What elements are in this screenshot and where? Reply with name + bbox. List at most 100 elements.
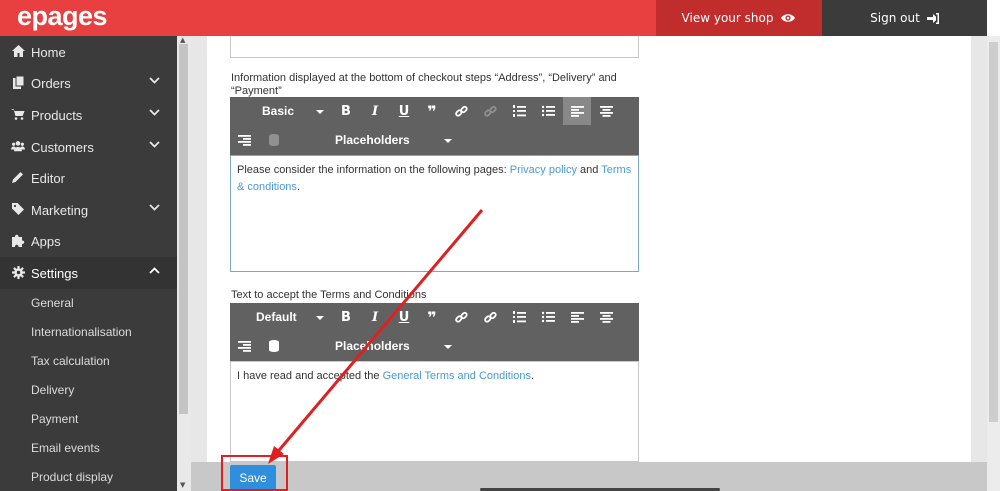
sidebar-item-home[interactable]: Home	[0, 36, 177, 68]
field-label-checkout-info: Information displayed at the bottom of c…	[231, 72, 617, 97]
main-scrollbar-thumb[interactable]	[989, 42, 998, 422]
database-icon[interactable]	[263, 129, 285, 151]
sidebar-item-apps[interactable]: Apps	[0, 225, 177, 257]
scroll-up-arrow-icon[interactable]: ▲	[180, 36, 185, 44]
chevron-down-icon	[149, 204, 160, 211]
sidebar-subitem-internationalisation[interactable]: Internationalisation	[31, 325, 132, 339]
bullet-list-icon[interactable]	[537, 100, 559, 122]
field-label-accept-terms: Text to accept the Terms and Conditions	[231, 289, 427, 301]
link-icon[interactable]	[450, 306, 472, 328]
sidebar-item-settings[interactable]: Settings	[0, 257, 177, 289]
caret-down-icon	[316, 316, 324, 320]
editor-toolbar-2: Default B I U ❞ Placeholders	[230, 303, 639, 361]
sign-out-icon	[926, 12, 939, 24]
eye-icon	[781, 14, 796, 22]
view-shop-label: View your shop	[681, 11, 774, 25]
previous-editor-area[interactable]	[230, 36, 639, 58]
logo[interactable]: epages	[17, 0, 108, 32]
quote-icon[interactable]: ❞	[421, 100, 443, 122]
sidebar-item-customers[interactable]: Customers	[0, 131, 177, 163]
sign-out-label: Sign out	[870, 11, 920, 25]
view-shop-button[interactable]: View your shop	[656, 0, 822, 36]
sidebar-scrollbar[interactable]: ▲ ▼	[177, 36, 191, 491]
topbar-spacer	[987, 0, 1000, 36]
numbered-list-icon[interactable]	[508, 306, 530, 328]
italic-icon[interactable]: I	[364, 100, 386, 122]
sidebar-subitem-delivery[interactable]: Delivery	[31, 383, 74, 397]
content-gutter-left	[191, 36, 207, 462]
sidebar-item-label: Settings	[31, 265, 78, 281]
sidebar-subitem-payment[interactable]: Payment	[31, 412, 78, 426]
underline-icon[interactable]: U	[393, 306, 415, 328]
chevron-down-icon	[149, 141, 160, 148]
sidebar-item-label: Products	[31, 107, 83, 123]
sidebar-subitem-general[interactable]: General	[31, 296, 74, 310]
scroll-down-arrow-icon[interactable]: ▼	[180, 481, 185, 489]
caret-down-icon	[444, 345, 452, 349]
chevron-down-icon	[149, 109, 160, 116]
align-center-icon[interactable]	[595, 100, 617, 122]
tag-icon	[11, 202, 25, 216]
link-icon[interactable]	[450, 100, 472, 122]
bullet-list-icon[interactable]	[537, 306, 559, 328]
align-left-icon[interactable]	[563, 97, 591, 125]
sidebar: Home Orders Products Customers Editor Ma…	[0, 36, 177, 491]
editor-toolbar-1: Basic B I U ❞ Placeholders	[230, 97, 639, 155]
orders-icon	[11, 75, 25, 89]
puzzle-icon	[11, 233, 25, 247]
sidebar-item-label: Customers	[31, 139, 94, 155]
sidebar-subitem-email-events[interactable]: Email events	[31, 441, 100, 455]
editor-text: I have read and accepted the	[237, 370, 383, 382]
quote-icon[interactable]: ❞	[421, 306, 443, 328]
sidebar-item-editor[interactable]: Editor	[0, 162, 177, 194]
unlink-icon[interactable]	[479, 306, 501, 328]
align-right-icon[interactable]	[233, 129, 255, 151]
sidebar-scrollbar-thumb[interactable]	[179, 44, 188, 414]
sidebar-subitem-product-display[interactable]: Product display	[31, 470, 113, 484]
italic-icon[interactable]: I	[364, 306, 386, 328]
align-right-icon[interactable]	[233, 335, 255, 357]
rich-text-editor-accept-terms[interactable]: I have read and accepted the General Ter…	[230, 361, 639, 462]
sidebar-subitem-tax-calculation[interactable]: Tax calculation	[31, 354, 110, 368]
sidebar-item-label: Orders	[31, 75, 71, 91]
users-icon	[11, 139, 25, 153]
placeholders-dropdown[interactable]: Placeholders	[335, 133, 410, 147]
sidebar-item-label: Marketing	[31, 202, 89, 218]
sidebar-item-label: Editor	[31, 170, 65, 186]
format-dropdown[interactable]: Basic	[262, 104, 294, 118]
sidebar-item-products[interactable]: Products	[0, 99, 177, 131]
cart-icon	[11, 107, 25, 121]
editor-text: and	[576, 164, 602, 176]
footer-bar	[191, 462, 987, 491]
caret-down-icon	[444, 139, 452, 143]
align-left-icon[interactable]	[566, 306, 588, 328]
bold-icon[interactable]: B	[335, 306, 357, 328]
editor-text: .	[530, 370, 535, 382]
content-gutter-right	[971, 36, 987, 462]
caret-down-icon	[316, 110, 324, 114]
align-center-icon[interactable]	[595, 306, 617, 328]
placeholders-dropdown[interactable]: Placeholders	[335, 339, 410, 353]
editor-text: .	[296, 181, 300, 193]
editor-text: Please consider the information on the f…	[237, 164, 510, 176]
unlink-icon[interactable]	[479, 100, 501, 122]
sidebar-item-marketing[interactable]: Marketing	[0, 194, 177, 226]
gear-icon	[11, 265, 25, 279]
chevron-down-icon	[149, 77, 160, 84]
pencil-icon	[11, 170, 25, 184]
numbered-list-icon[interactable]	[508, 100, 530, 122]
home-icon	[11, 44, 25, 58]
save-highlight-box	[221, 455, 288, 491]
sidebar-item-orders[interactable]: Orders	[0, 67, 177, 99]
bold-icon[interactable]: B	[335, 100, 357, 122]
sidebar-item-label: Home	[31, 44, 66, 60]
rich-text-editor-checkout-info[interactable]: Please consider the information on the f…	[230, 155, 639, 272]
general-terms-link[interactable]: General Terms and Conditions	[383, 370, 531, 382]
sign-out-button[interactable]: Sign out	[822, 0, 987, 36]
main-scrollbar[interactable]	[987, 36, 1000, 491]
underline-icon[interactable]: U	[393, 100, 415, 122]
format-dropdown[interactable]: Default	[256, 310, 297, 324]
privacy-policy-link[interactable]: Privacy policy	[510, 164, 577, 176]
database-icon[interactable]	[263, 335, 285, 357]
sidebar-item-label: Apps	[31, 233, 61, 249]
